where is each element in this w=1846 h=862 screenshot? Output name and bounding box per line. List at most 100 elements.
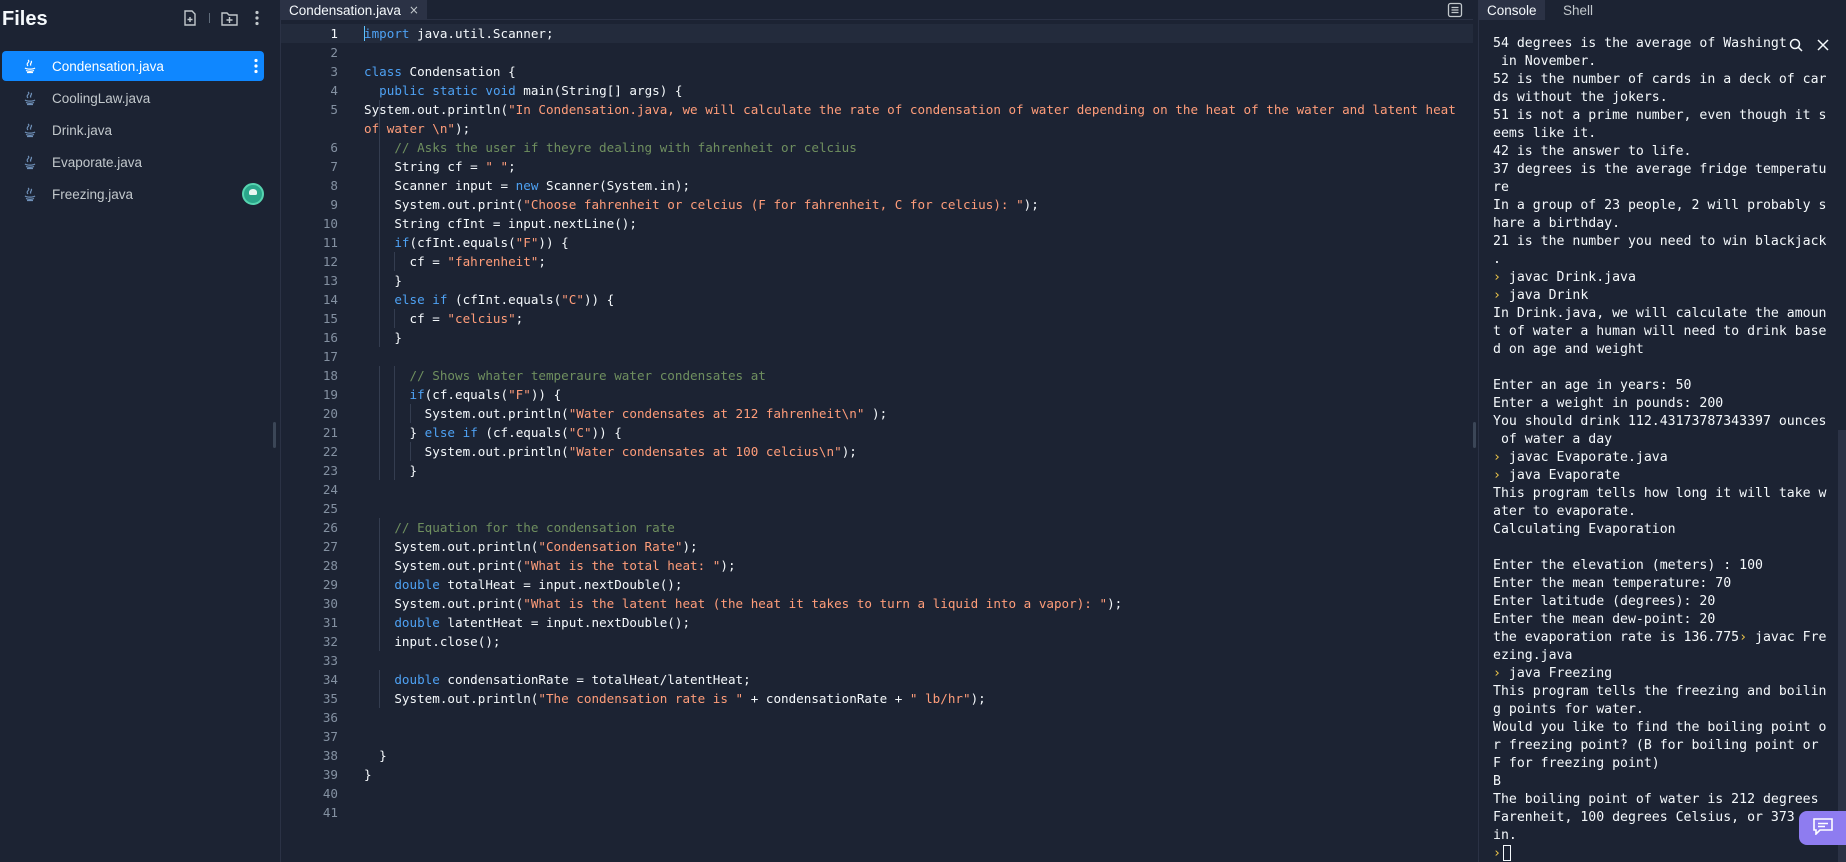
- code-line: 36: [281, 708, 1473, 727]
- file-item-condensation[interactable]: Condensation.java: [2, 51, 264, 81]
- line-number: 23: [322, 463, 338, 478]
- console-line: › java Evaporate: [1493, 468, 1621, 483]
- console-line: in November.: [1493, 54, 1597, 69]
- code-text: String cfInt = input.nextLine();: [364, 216, 637, 231]
- console-line: › javac Evaporate.java: [1493, 450, 1668, 465]
- console-tabbar: Console Shell: [1479, 0, 1846, 20]
- java-file-icon: [22, 154, 38, 170]
- indent-guide: [379, 556, 381, 575]
- console-output[interactable]: 54 degrees is the average of Washingt in…: [1493, 35, 1831, 862]
- code-area[interactable]: 1 import java.util.Scanner; 2 3 class Cond…: [281, 24, 1473, 822]
- tab-close-icon[interactable]: ×: [409, 3, 419, 17]
- code-line: 18 // Shows whater temperaure water cond…: [281, 366, 1473, 385]
- code-text: System.out.println("Water condensates at…: [364, 444, 857, 459]
- tab-shell[interactable]: Shell: [1555, 0, 1601, 20]
- line-number: 12: [322, 254, 338, 269]
- console-line: ›: [1493, 845, 1831, 862]
- code-text: input.close();: [364, 634, 501, 649]
- tab-condensation-java[interactable]: Condensation.java ×: [281, 0, 427, 20]
- console-line: ezing.java: [1493, 648, 1573, 663]
- console-line: re: [1493, 180, 1509, 195]
- console-line: 52 is the number of cards in a deck of c…: [1493, 72, 1827, 87]
- chat-button[interactable]: [1799, 811, 1846, 845]
- collaborator-avatar[interactable]: [242, 183, 264, 205]
- more-options-icon[interactable]: [248, 9, 266, 27]
- code-line: 34 double condensationRate = totalHeat/l…: [281, 670, 1473, 689]
- chat-icon: [1812, 817, 1834, 839]
- file-item-drink[interactable]: Drink.java: [2, 115, 264, 145]
- code-text: cf = "fahrenheit";: [364, 254, 546, 269]
- code-text: // Equation for the condensation rate: [394, 520, 675, 535]
- file-name: Drink.java: [52, 122, 113, 138]
- console-line: of water a day: [1493, 432, 1613, 447]
- sidebar-resize-handle[interactable]: [273, 422, 276, 448]
- console-line: Enter the mean dew-point: 20: [1493, 612, 1716, 627]
- indent-guide: [379, 575, 381, 594]
- file-item-freezing[interactable]: Freezing.java: [2, 179, 264, 209]
- java-file-icon: [22, 90, 38, 106]
- file-item-coolinglaw[interactable]: CoolingLaw.java: [2, 83, 264, 113]
- line-number: 34: [322, 672, 338, 687]
- line-number: 33: [322, 653, 338, 668]
- code-text: System.out.println("The condensation rat…: [364, 691, 986, 706]
- line-number: 4: [330, 83, 338, 98]
- code-text: System.out.println("Water condensates at…: [364, 406, 888, 421]
- code-line: 25: [281, 499, 1473, 518]
- line-number: 20: [322, 406, 338, 421]
- code-text: if(cfInt.equals("F")) {: [394, 235, 569, 250]
- code-line: 29 double totalHeat = input.nextDouble()…: [281, 575, 1473, 594]
- code-text: cf = "celcius";: [364, 311, 524, 326]
- tab-console[interactable]: Console: [1479, 0, 1545, 20]
- indent-guide: [379, 100, 381, 138]
- console-line: Enter latitude (degrees): 20: [1493, 594, 1716, 609]
- code-editor: Condensation.java × 1 import java.util.Sc…: [280, 0, 1473, 862]
- line-number: 25: [322, 501, 338, 516]
- new-file-icon[interactable]: [181, 9, 199, 27]
- code-text: }: [364, 767, 372, 782]
- line-number: 19: [322, 387, 338, 402]
- line-number: 7: [330, 159, 338, 174]
- line-number: 30: [322, 596, 338, 611]
- line-number: 28: [322, 558, 338, 573]
- code-line: 9 System.out.print("Choose fahrenheit or…: [281, 195, 1473, 214]
- line-number: 32: [322, 634, 338, 649]
- console-resize-handle[interactable]: [1473, 422, 1476, 448]
- console-line: ds without the jokers.: [1493, 90, 1668, 105]
- line-number: 9: [330, 197, 338, 212]
- line-number: 2: [330, 45, 338, 60]
- indent-guide: [379, 537, 381, 556]
- sidebar-actions: [181, 9, 266, 27]
- console-line: In Drink.java, we will calculate the amo…: [1493, 306, 1827, 321]
- toolbar-separator: [209, 13, 210, 23]
- editor-menu-icon[interactable]: [1447, 2, 1463, 18]
- code-text: else if (cfInt.equals("C")) {: [394, 292, 615, 307]
- console-line: You should drink 112.43173787343397 ounc…: [1493, 414, 1827, 429]
- indent-guide: [379, 632, 381, 651]
- code-line: 15 cf = "celcius";: [281, 309, 1473, 328]
- file-name: Evaporate.java: [52, 154, 143, 170]
- line-number: 6: [330, 140, 338, 155]
- code-line: 1 import java.util.Scanner;: [281, 24, 1473, 43]
- new-folder-icon[interactable]: [220, 9, 238, 27]
- console-line: d on age and weight: [1493, 342, 1644, 357]
- indent-guide: [379, 328, 381, 347]
- console-line: › java Freezing: [1493, 666, 1613, 681]
- code-text: class Condensation {: [364, 64, 516, 79]
- line-number: 15: [322, 311, 338, 326]
- console-line: This program tells the freezing and boil…: [1493, 684, 1827, 699]
- console-scrollbar[interactable]: [1838, 430, 1846, 862]
- console-panel: Console Shell 54 degrees is the average …: [1478, 0, 1846, 862]
- indent-guide: [379, 233, 381, 252]
- line-number: 36: [322, 710, 338, 725]
- code-line: 17: [281, 347, 1473, 366]
- code-text: System.out.println("Condensation Rate");: [364, 539, 698, 554]
- code-text: }: [364, 330, 402, 345]
- indent-guide: [394, 423, 396, 442]
- console-line: ater to evaporate.: [1493, 504, 1636, 519]
- file-item-evaporate[interactable]: Evaporate.java: [2, 147, 264, 177]
- file-menu-icon[interactable]: [254, 58, 258, 74]
- code-line: 41: [281, 803, 1473, 822]
- code-line: 39}: [281, 765, 1473, 784]
- line-number: 41: [322, 805, 338, 820]
- line-number: 39: [322, 767, 338, 782]
